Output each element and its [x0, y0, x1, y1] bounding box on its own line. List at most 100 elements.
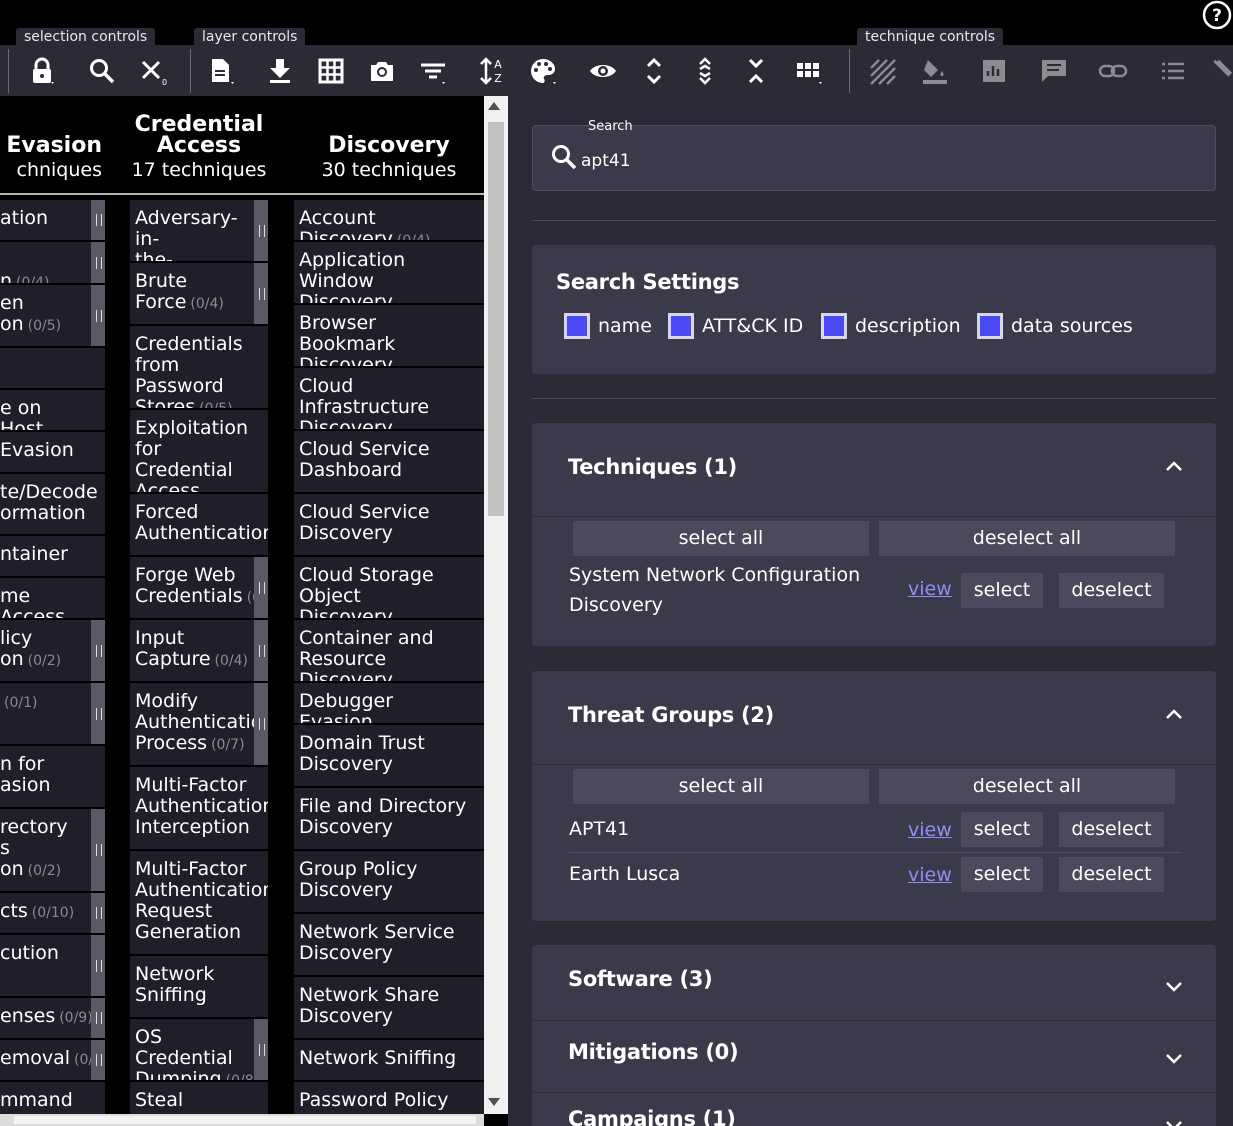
chevron-down-icon[interactable] — [1164, 1115, 1184, 1126]
metadata-button[interactable] — [1153, 53, 1193, 89]
expand-annotated-button[interactable] — [685, 53, 725, 89]
technique-cell[interactable]: te/Decode ormation — [0, 474, 105, 536]
technique-cell[interactable]: Cloud Infrastructure Discovery — [294, 368, 484, 431]
group-select-button[interactable]: select — [961, 812, 1043, 847]
group-view-link[interactable]: view — [908, 864, 952, 886]
technique-cell[interactable]: ation — [0, 200, 105, 242]
subtechnique-toggle-handle[interactable] — [254, 263, 268, 324]
subtechnique-toggle-handle[interactable] — [91, 200, 105, 240]
technique-cell[interactable]: Cloud Service Discovery — [294, 494, 484, 557]
render-svg-button[interactable] — [362, 53, 402, 89]
sort-button[interactable]: AZ — [473, 53, 513, 89]
technique-cell[interactable]: Network Sniffing — [294, 1040, 484, 1082]
matrix-vertical-scrollbar[interactable] — [484, 96, 508, 1114]
search-input[interactable] — [581, 148, 1181, 174]
technique-cell[interactable]: Brute Force (0/4) — [130, 263, 268, 326]
group-deselect-button[interactable]: deselect — [1059, 857, 1164, 892]
technique-cell[interactable]: Adversary-in- the-Middle(0/3) — [130, 200, 268, 263]
technique-view-link[interactable]: view — [908, 578, 952, 600]
subtechnique-toggle-handle[interactable] — [91, 809, 105, 891]
search-button[interactable] — [82, 53, 122, 89]
checkbox-checked[interactable] — [668, 313, 694, 339]
technique-cell[interactable]: Debugger Evasion — [294, 683, 484, 725]
checkbox-checked[interactable] — [821, 313, 847, 339]
techniques-select-all-button[interactable]: select all — [573, 521, 869, 556]
technique-cell[interactable]: rectory s on (0/2) — [0, 809, 105, 893]
background-color-button[interactable] — [915, 53, 955, 89]
technique-deselect-button[interactable]: deselect — [1059, 573, 1164, 608]
collapse-subtechniques-button[interactable] — [736, 53, 776, 89]
chevron-down-icon[interactable] — [1164, 976, 1184, 996]
technique-cell[interactable]: me Access — [0, 578, 105, 620]
option-description[interactable]: description — [821, 313, 961, 339]
groups-deselect-all-button[interactable]: deselect all — [879, 769, 1175, 804]
technique-cell[interactable]: Credentials from Password Stores (0/5) — [130, 326, 268, 410]
chevron-down-icon[interactable] — [1164, 1048, 1184, 1068]
technique-cell[interactable]: Browser Bookmark Discovery — [294, 305, 484, 368]
technique-cell[interactable]: OS Credential Dumping (0/8) — [130, 1019, 268, 1082]
matrix-layout-button[interactable] — [788, 53, 828, 89]
download-button[interactable] — [260, 53, 300, 89]
technique-cell[interactable]: Steal — [130, 1082, 268, 1114]
technique-cell[interactable]: Forced Authentication — [130, 494, 268, 557]
link-button[interactable] — [1093, 53, 1133, 89]
subtechnique-toggle-handle[interactable] — [91, 242, 105, 283]
scroll-down-arrow-icon[interactable] — [488, 1098, 500, 1106]
technique-cell[interactable]: Multi-Factor Authentication Request Gene… — [130, 851, 268, 956]
technique-cell[interactable]: Multi-Factor Authentication Interception — [130, 767, 268, 851]
technique-cell[interactable]: Cloud Service Dashboard — [294, 431, 484, 494]
technique-cell[interactable]: Modify Authentication Process (0/7) — [130, 683, 268, 767]
technique-select-button[interactable]: select — [961, 573, 1043, 608]
subtechnique-toggle-handle[interactable] — [254, 557, 268, 618]
campaigns-title[interactable]: Campaigns (1) — [568, 1107, 736, 1126]
filters-button[interactable] — [413, 53, 453, 89]
show-hide-disabled-button[interactable] — [583, 53, 623, 89]
scoring-button[interactable] — [974, 53, 1014, 89]
deselect-all-button[interactable]: 0 — [132, 53, 172, 89]
subtechnique-toggle-handle[interactable] — [254, 683, 268, 765]
option-attack-id[interactable]: ATT&CK ID — [668, 313, 803, 339]
tactic-header[interactable]: e Evasionchniques — [0, 114, 102, 192]
matrix-horizontal-scrollbar[interactable] — [0, 1114, 484, 1126]
option-data-sources[interactable]: data sources — [977, 313, 1133, 339]
techniques-deselect-all-button[interactable]: deselect all — [879, 521, 1175, 556]
technique-cell[interactable]: Exploitation for Credential Access — [130, 410, 268, 494]
subtechnique-toggle-handle[interactable] — [91, 998, 105, 1038]
technique-cell[interactable]: cution — [0, 935, 105, 998]
technique-cell[interactable]: ntainer — [0, 536, 105, 578]
technique-cell[interactable]: (0/1) — [0, 683, 105, 746]
techniques-title[interactable]: Techniques (1) — [568, 455, 737, 479]
subtechnique-toggle-handle[interactable] — [91, 620, 105, 681]
technique-cell[interactable]: File and Directory Discovery — [294, 788, 484, 851]
technique-cell[interactable]: n for asion — [0, 746, 105, 809]
technique-cell[interactable]: Input Capture (0/4) — [130, 620, 268, 683]
subtechnique-toggle-handle[interactable] — [254, 1019, 268, 1080]
color-setup-button[interactable] — [523, 53, 563, 89]
chevron-up-icon[interactable] — [1164, 457, 1184, 477]
subtechnique-toggle-handle[interactable] — [91, 893, 105, 933]
technique-cell[interactable]: Domain Trust Discovery — [294, 725, 484, 788]
subtechnique-toggle-handle[interactable] — [254, 200, 268, 261]
tactic-header[interactable]: Credential Access 17 techniques — [130, 114, 268, 192]
checkbox-checked[interactable] — [977, 313, 1003, 339]
comment-button[interactable] — [1034, 53, 1074, 89]
technique-cell[interactable]: Group Policy Discovery — [294, 851, 484, 914]
technique-cell[interactable]: emoval (0/9) — [0, 1040, 105, 1082]
lock-selection-button[interactable] — [22, 53, 62, 89]
group-deselect-button[interactable]: deselect — [1059, 812, 1164, 847]
technique-cell[interactable]: Network Share Discovery — [294, 977, 484, 1040]
toggle-disabled-button[interactable] — [862, 53, 902, 89]
technique-cell[interactable]: enses (0/9) — [0, 998, 105, 1040]
technique-cell[interactable]: Network Service Discovery — [294, 914, 484, 977]
technique-cell[interactable]: mmand — [0, 1082, 105, 1114]
technique-cell[interactable]: licy on (0/2) — [0, 620, 105, 683]
technique-cell[interactable]: n (0/4) — [0, 242, 105, 285]
clear-annotations-button[interactable] — [1205, 53, 1233, 89]
technique-cell[interactable]: Password Policy — [294, 1082, 484, 1114]
export-excel-button[interactable] — [311, 53, 351, 89]
tactic-header[interactable]: Discovery 30 techniques — [294, 114, 484, 192]
scrollbar-thumb[interactable] — [488, 122, 504, 516]
checkbox-checked[interactable] — [564, 313, 590, 339]
technique-cell[interactable]: Application Window Discovery — [294, 242, 484, 305]
group-view-link[interactable]: view — [908, 819, 952, 841]
